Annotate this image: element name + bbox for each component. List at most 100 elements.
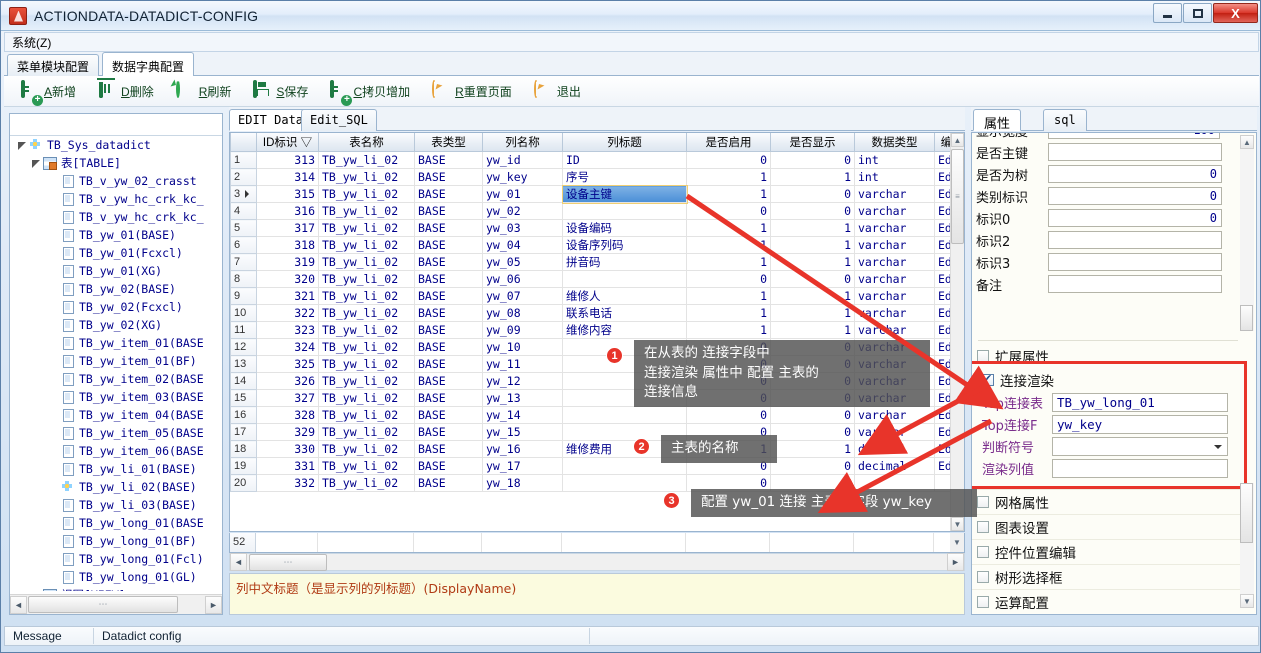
cell-table-name[interactable]: TB_yw_li_02 [318, 253, 415, 271]
cell-id[interactable]: 332 [256, 474, 319, 492]
row-number[interactable]: 14 [230, 372, 257, 390]
cell-column-title[interactable]: 维修人 [562, 287, 687, 305]
tree-node-table[interactable]: TB_yw_item_01(BASE [10, 334, 222, 352]
cell-id[interactable]: 331 [256, 457, 319, 475]
grid-new-row[interactable]: 52 ▼ [229, 533, 965, 553]
cell-column-title[interactable]: ID [562, 151, 687, 169]
judge-symbol-dropdown[interactable] [1052, 436, 1228, 456]
cell-table-type[interactable]: BASE [414, 457, 483, 475]
new-row-cell[interactable] [256, 533, 318, 552]
cell-column-name[interactable]: yw_05 [482, 253, 563, 271]
cell-column-name[interactable]: yw_18 [482, 474, 563, 492]
column-header-enabled[interactable]: 是否启用 [686, 133, 771, 152]
cell-column-name[interactable]: yw_08 [482, 304, 563, 322]
property-value-input[interactable] [1048, 143, 1222, 161]
cell-column-name[interactable]: yw_02 [482, 202, 563, 220]
cell-enabled[interactable]: 0 [686, 270, 771, 288]
cell-data-type[interactable]: varchar [854, 423, 935, 441]
cell-column-title[interactable]: 维修内容 [562, 321, 687, 339]
row-number[interactable]: 8 [230, 270, 257, 288]
cell-data-type[interactable]: decimal [854, 457, 935, 475]
tree-node-table[interactable]: TB_yw_li_03(BASE) [10, 496, 222, 514]
menu-item-system[interactable]: 系统(Z) [5, 33, 58, 52]
cell-id[interactable]: 320 [256, 270, 319, 288]
cell-table-type[interactable]: BASE [414, 236, 483, 254]
new-row-cell[interactable] [770, 533, 854, 552]
render-column-value-input[interactable] [1052, 458, 1228, 478]
row-number[interactable]: 17 [230, 423, 257, 441]
cell-table-name[interactable]: TB_yw_li_02 [318, 423, 415, 441]
new-row-cell[interactable] [318, 533, 414, 552]
table-row[interactable]: 7 319 TB_yw_li_02 BASE yw_05 拼音码 1 1 varchar Edi [230, 253, 959, 271]
cell-table-type[interactable]: BASE [414, 253, 483, 271]
cell-data-type[interactable]: varchar [854, 219, 935, 237]
tree-node-table[interactable]: TB_yw_item_04(BASE [10, 406, 222, 424]
grid-vertical-scrollbar[interactable]: ▲ ≡ ▼ [950, 133, 964, 531]
cell-shown[interactable]: 1 [770, 168, 855, 186]
checkbox[interactable] [977, 496, 989, 508]
cell-table-name[interactable]: TB_yw_li_02 [318, 304, 415, 322]
cell-column-name[interactable]: yw_01 [482, 185, 563, 203]
cell-column-name[interactable]: yw_13 [482, 389, 563, 407]
scroll-up-icon[interactable]: ▲ [1240, 135, 1254, 149]
checkbox[interactable] [977, 521, 989, 533]
property-value-input[interactable] [1048, 275, 1222, 293]
expander-open-icon[interactable] [16, 139, 28, 151]
property-checkbox-row[interactable]: 控件位置编辑 [972, 539, 1240, 564]
tab-menu-module-config[interactable]: 菜单模块配置 [7, 54, 100, 76]
scroll-down-icon[interactable]: ▼ [951, 517, 964, 531]
toolbar-save-button[interactable]: S保存 [252, 79, 308, 101]
property-checkbox-row[interactable]: 树形选择框 [972, 564, 1240, 589]
cell-table-type[interactable]: BASE [414, 321, 483, 339]
toolbar-delete-button[interactable]: D删除 [97, 81, 154, 101]
cell-column-name[interactable]: yw_06 [482, 270, 563, 288]
cell-shown[interactable]: 0 [770, 202, 855, 220]
cell-shown[interactable]: 0 [770, 270, 855, 288]
cell-column-title[interactable] [562, 406, 687, 424]
cell-id[interactable]: 322 [256, 304, 319, 322]
cell-data-type[interactable]: varchar [854, 270, 935, 288]
tree-scroll-thumb[interactable]: ⋯ [28, 596, 178, 613]
checkbox-list-scrollbar[interactable]: ▼ [1240, 483, 1254, 608]
expander-open-icon[interactable] [30, 157, 42, 169]
tree-node-group[interactable]: 视图[VIEW] [10, 586, 222, 591]
cell-id[interactable]: 330 [256, 440, 319, 458]
row-number[interactable]: 5 [230, 219, 257, 237]
tree-node-table[interactable]: TB_yw_item_03(BASE [10, 388, 222, 406]
row-number[interactable]: 20 [230, 474, 257, 492]
tree-horizontal-scrollbar[interactable]: ◄ ⋯ ► [10, 594, 222, 614]
table-row[interactable]: 2 314 TB_yw_li_02 BASE yw_key 序号 1 1 int Edi [230, 168, 959, 186]
cell-table-type[interactable]: BASE [414, 219, 483, 237]
column-header-column-name[interactable]: 列名称 [482, 133, 563, 152]
tree-node-table[interactable]: TB_v_yw_hc_crk_kc_ [10, 190, 222, 208]
cell-table-name[interactable]: TB_yw_li_02 [318, 185, 415, 203]
toolbar-refresh-button[interactable]: R刷新 [175, 79, 231, 101]
scroll-right-icon[interactable]: ► [947, 553, 964, 571]
scroll-left-icon[interactable]: ◄ [230, 553, 247, 571]
cell-column-name[interactable]: yw_id [482, 151, 563, 169]
cell-enabled[interactable]: 1 [686, 321, 771, 339]
row-number[interactable]: 7 [230, 253, 257, 271]
cell-data-type[interactable]: varchar [854, 253, 935, 271]
cell-id[interactable]: 329 [256, 423, 319, 441]
tree-node-table[interactable]: TB_yw_long_01(BASE [10, 514, 222, 532]
cell-shown[interactable]: 0 [770, 185, 855, 203]
cell-data-type[interactable]: varchar [854, 236, 935, 254]
cell-table-type[interactable]: BASE [414, 287, 483, 305]
table-row[interactable]: 16 328 TB_yw_li_02 BASE yw_14 0 0 varchar Edi [230, 406, 959, 424]
property-checkbox-row[interactable]: 窗体扩展按钮 [972, 614, 1240, 615]
cell-table-type[interactable]: BASE [414, 185, 483, 203]
cell-column-title[interactable]: 联系电话 [562, 304, 687, 322]
cell-enabled[interactable]: 1 [686, 219, 771, 237]
cell-column-name[interactable]: yw_key [482, 168, 563, 186]
tree-node-table[interactable]: TB_yw_02(Fcxcl) [10, 298, 222, 316]
cell-table-name[interactable]: TB_yw_li_02 [318, 236, 415, 254]
tree-node-table[interactable]: TB_v_yw_02_crasst [10, 172, 222, 190]
properties-scroll-thumb[interactable] [1240, 305, 1253, 331]
cell-enabled[interactable]: 0 [686, 406, 771, 424]
cell-table-type[interactable]: BASE [414, 440, 483, 458]
table-row[interactable]: 8 320 TB_yw_li_02 BASE yw_06 0 0 varchar Edi [230, 270, 959, 288]
tree-node-table[interactable]: TB_yw_01(Fcxcl) [10, 244, 222, 262]
table-row[interactable]: 6 318 TB_yw_li_02 BASE yw_04 设备序列码 1 1 varchar Ed… [230, 236, 959, 254]
cell-table-name[interactable]: TB_yw_li_02 [318, 440, 415, 458]
